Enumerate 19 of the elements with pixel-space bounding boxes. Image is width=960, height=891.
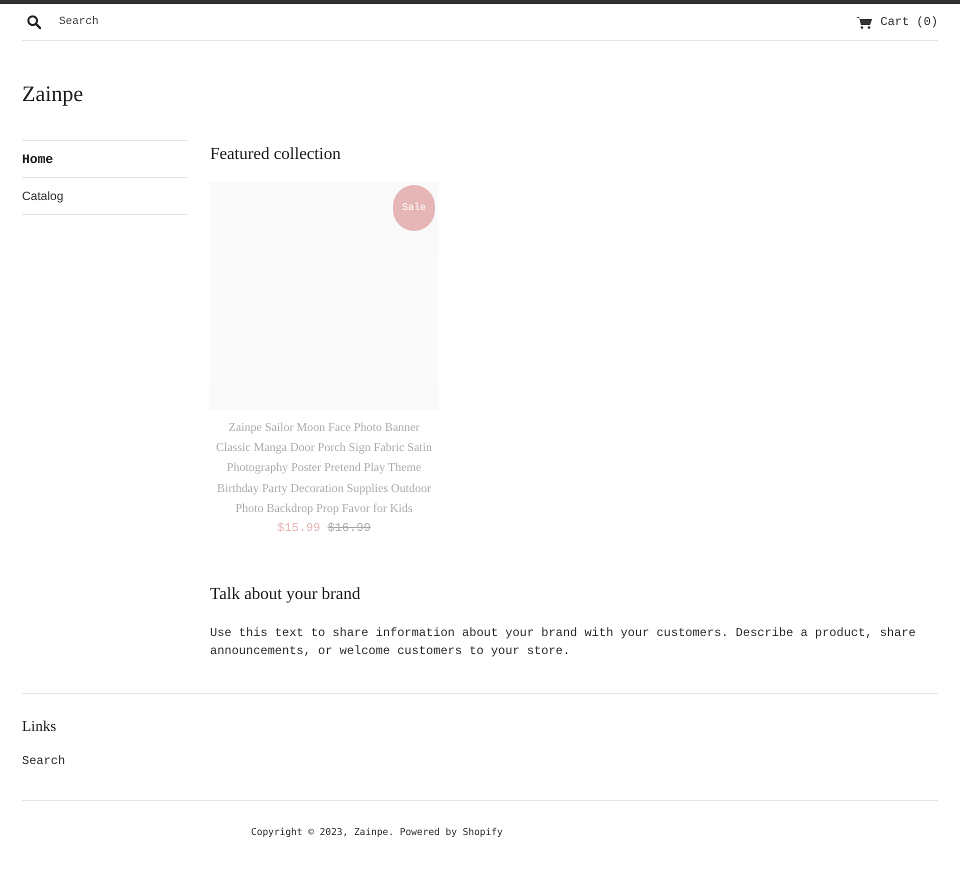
original-price: $16.99 [328, 521, 371, 536]
search-icon[interactable] [26, 14, 42, 30]
store-link[interactable]: Zainpe [354, 827, 388, 838]
powered-by-link[interactable]: Powered by Shopify [400, 827, 503, 838]
sidebar-nav-link[interactable]: Catalog [22, 178, 188, 214]
section-heading: Talk about your brand [210, 583, 362, 606]
search-field[interactable]: Search [59, 14, 259, 30]
brand-description: Use this text to share information about your brand with your customers. Describe a product, share announcements, or welcome customers to your store. [210, 624, 917, 660]
store-logo[interactable]: Zainpe [22, 80, 938, 108]
sidebar-nav-link[interactable]: Home [22, 140, 188, 178]
sale-badge: Sale [393, 185, 435, 231]
sale-price: $15.99 [277, 521, 320, 536]
footer-heading: Links [22, 718, 58, 737]
section-heading: Featured collection [210, 142, 342, 164]
copyright-text: Copyright © 2023, Zainpe. Powered by Shopify [251, 826, 504, 840]
product-title: Zainpe Sailor Moon Face Photo Banner Classic Manga Door Porch Sign Fabric Satin Photography Poster Pretend Play Theme Birthday Party Decoration Supplies Outdoor Photo Backdrop Prop Favor for Kids [215, 419, 433, 517]
cart-icon [856, 16, 872, 28]
cart-link[interactable]: Cart (0) [856, 13, 938, 31]
footer-link[interactable]: Search [22, 752, 938, 770]
